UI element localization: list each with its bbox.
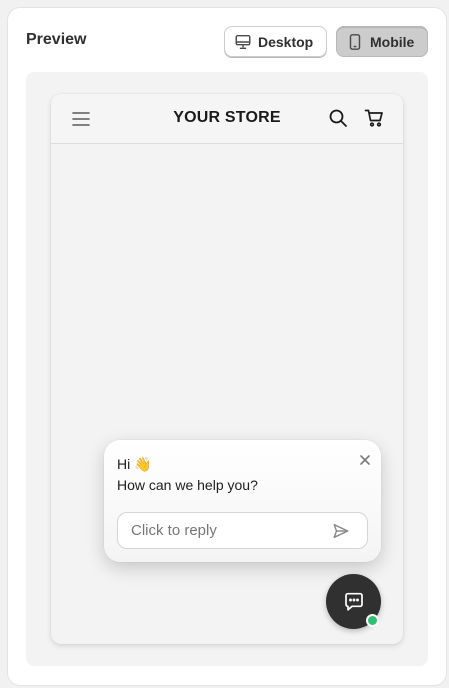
desktop-toggle-label: Desktop [258,33,314,50]
send-icon[interactable] [332,522,350,540]
close-icon[interactable] [358,453,372,467]
store-name: YOUR STORE [173,109,281,126]
chat-popup: Hi 👋 How can we help you? [104,440,381,562]
chat-launcher-button[interactable] [326,574,381,629]
reply-box [117,512,368,549]
desktop-toggle-button[interactable]: Desktop [224,26,327,57]
reply-input[interactable] [118,513,328,548]
chat-message: How can we help you? [117,477,258,493]
cart-icon[interactable] [364,108,384,128]
mobile-preview-frame: YOUR STORE Hi 👋 How can we help you? [51,94,403,644]
search-icon[interactable] [328,108,348,128]
preview-card: Preview Desktop Mobile YOUR STORE Hi 👋 H… [8,8,446,685]
phone-icon [349,33,361,50]
online-status-dot [366,614,379,627]
chat-greeting: Hi 👋 [117,456,152,472]
mobile-toggle-label: Mobile [370,33,415,50]
store-header: YOUR STORE [51,94,403,144]
card-title: Preview [26,31,87,48]
chat-bubble-icon [345,592,363,611]
monitor-icon [235,34,251,49]
mobile-toggle-button[interactable]: Mobile [336,26,428,57]
preview-stage: YOUR STORE Hi 👋 How can we help you? [26,72,428,666]
